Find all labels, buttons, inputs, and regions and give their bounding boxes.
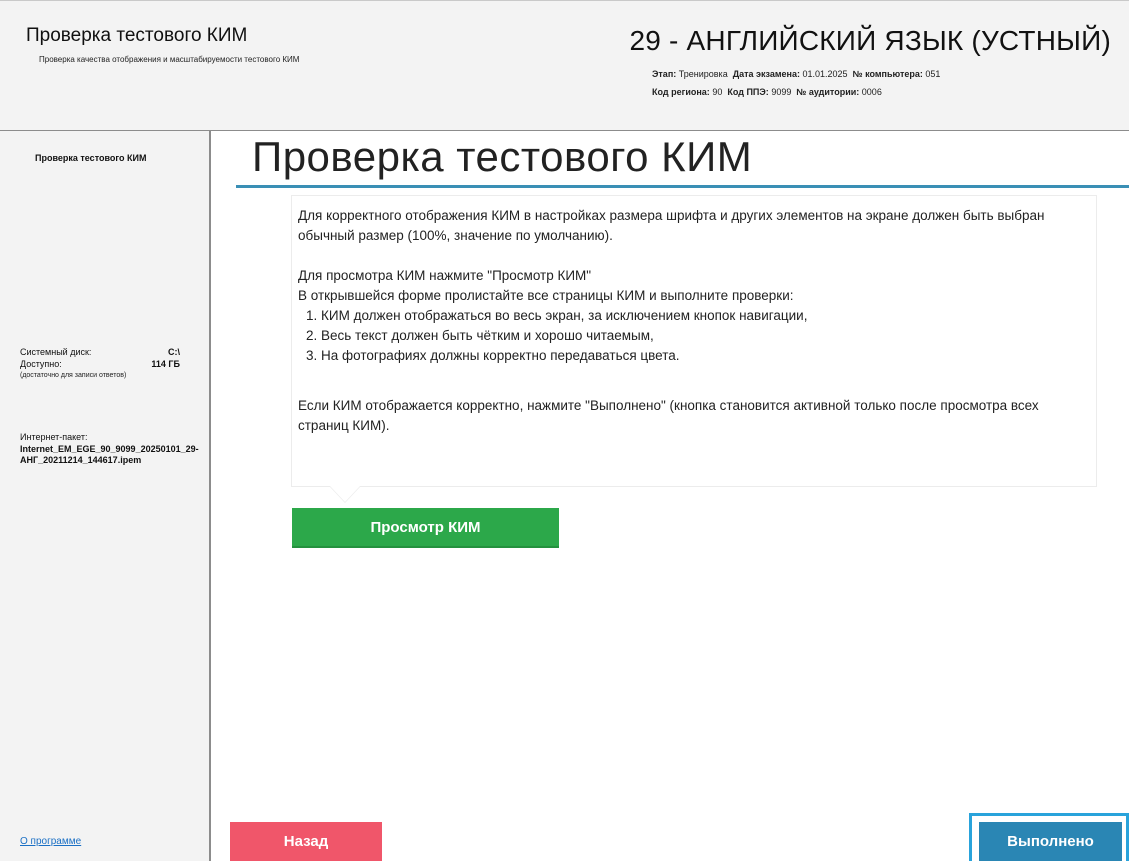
region-label: Код региона: bbox=[652, 87, 710, 97]
available-label: Доступно: bbox=[20, 359, 62, 369]
sidebar-step-title: Проверка тестового КИМ bbox=[35, 153, 147, 163]
done-button[interactable]: Выполнено bbox=[979, 822, 1122, 861]
header-title: Проверка тестового КИМ bbox=[26, 25, 248, 46]
app-window: Проверка тестового КИМ Проверка качества… bbox=[0, 0, 1129, 861]
check-item-2: 2. Весь текст должен быть чётким и хорош… bbox=[306, 328, 654, 343]
package-label: Интернет-пакет: bbox=[20, 432, 88, 442]
ppe-value: 9099 bbox=[771, 87, 792, 97]
instructions-paragraph-3: Если КИМ отображается корректно, нажмите… bbox=[298, 398, 1039, 433]
stage-value: Тренировка bbox=[678, 69, 728, 79]
header: Проверка тестового КИМ Проверка качества… bbox=[0, 0, 1129, 131]
about-link[interactable]: О программе bbox=[20, 836, 81, 847]
computer-value: 051 bbox=[925, 69, 941, 79]
instructions-paragraph-1: Для корректного отображения КИМ в настро… bbox=[298, 208, 1045, 243]
exam-meta-row-1: Этап: Тренировка Дата экзамена: 01.01.20… bbox=[652, 69, 940, 79]
available-value: 114 ГБ bbox=[151, 359, 180, 369]
back-button[interactable]: Назад bbox=[230, 822, 382, 861]
computer-label: № компьютера: bbox=[852, 69, 923, 79]
room-value: 0006 bbox=[861, 87, 882, 97]
view-kim-button[interactable]: Просмотр КИМ bbox=[292, 508, 559, 548]
room-label: № аудитории: bbox=[796, 87, 860, 97]
system-disk-line: Системный диск: C:\ bbox=[20, 347, 180, 357]
check-item-1: 1. КИМ должен отображаться во весь экран… bbox=[306, 308, 808, 323]
available-space-line: Доступно: 114 ГБ bbox=[20, 359, 180, 369]
region-value: 90 bbox=[712, 87, 723, 97]
check-item-3: 3. На фотографиях должны корректно перед… bbox=[306, 348, 680, 363]
date-label: Дата экзамена: bbox=[732, 69, 800, 79]
system-disk-label: Системный диск: bbox=[20, 347, 92, 357]
date-value: 01.01.2025 bbox=[802, 69, 848, 79]
header-subtitle: Проверка качества отображения и масштаби… bbox=[39, 55, 300, 64]
exam-meta-row-2: Код региона: 90 Код ППЭ: 9099 № аудитори… bbox=[652, 87, 882, 97]
exam-title: 29 - АНГЛИЙСКИЙ ЯЗЫК (УСТНЫЙ) bbox=[629, 25, 1111, 56]
sidebar: Проверка тестового КИМ Системный диск: C… bbox=[0, 131, 211, 861]
ppe-label: Код ППЭ: bbox=[727, 87, 769, 97]
checks-lead: В открывшейся форме пролистайте все стра… bbox=[298, 288, 794, 303]
stage-label: Этап: bbox=[652, 69, 677, 79]
instructions-paragraph-2: Для просмотра КИМ нажмите "Просмотр КИМ"… bbox=[298, 266, 1088, 366]
package-name: Internet_EM_EGE_90_9099_20250101_29-АНГ_… bbox=[20, 444, 199, 465]
system-disk-value: C:\ bbox=[168, 347, 180, 357]
instructions-box: Для корректного отображения КИМ в настро… bbox=[292, 196, 1096, 486]
title-divider bbox=[236, 185, 1129, 188]
callout-notch bbox=[330, 486, 360, 502]
available-note: (достаточно для записи ответов) bbox=[20, 372, 127, 379]
view-instruction: Для просмотра КИМ нажмите "Просмотр КИМ" bbox=[298, 268, 592, 283]
page-title: Проверка тестового КИМ bbox=[252, 133, 753, 180]
